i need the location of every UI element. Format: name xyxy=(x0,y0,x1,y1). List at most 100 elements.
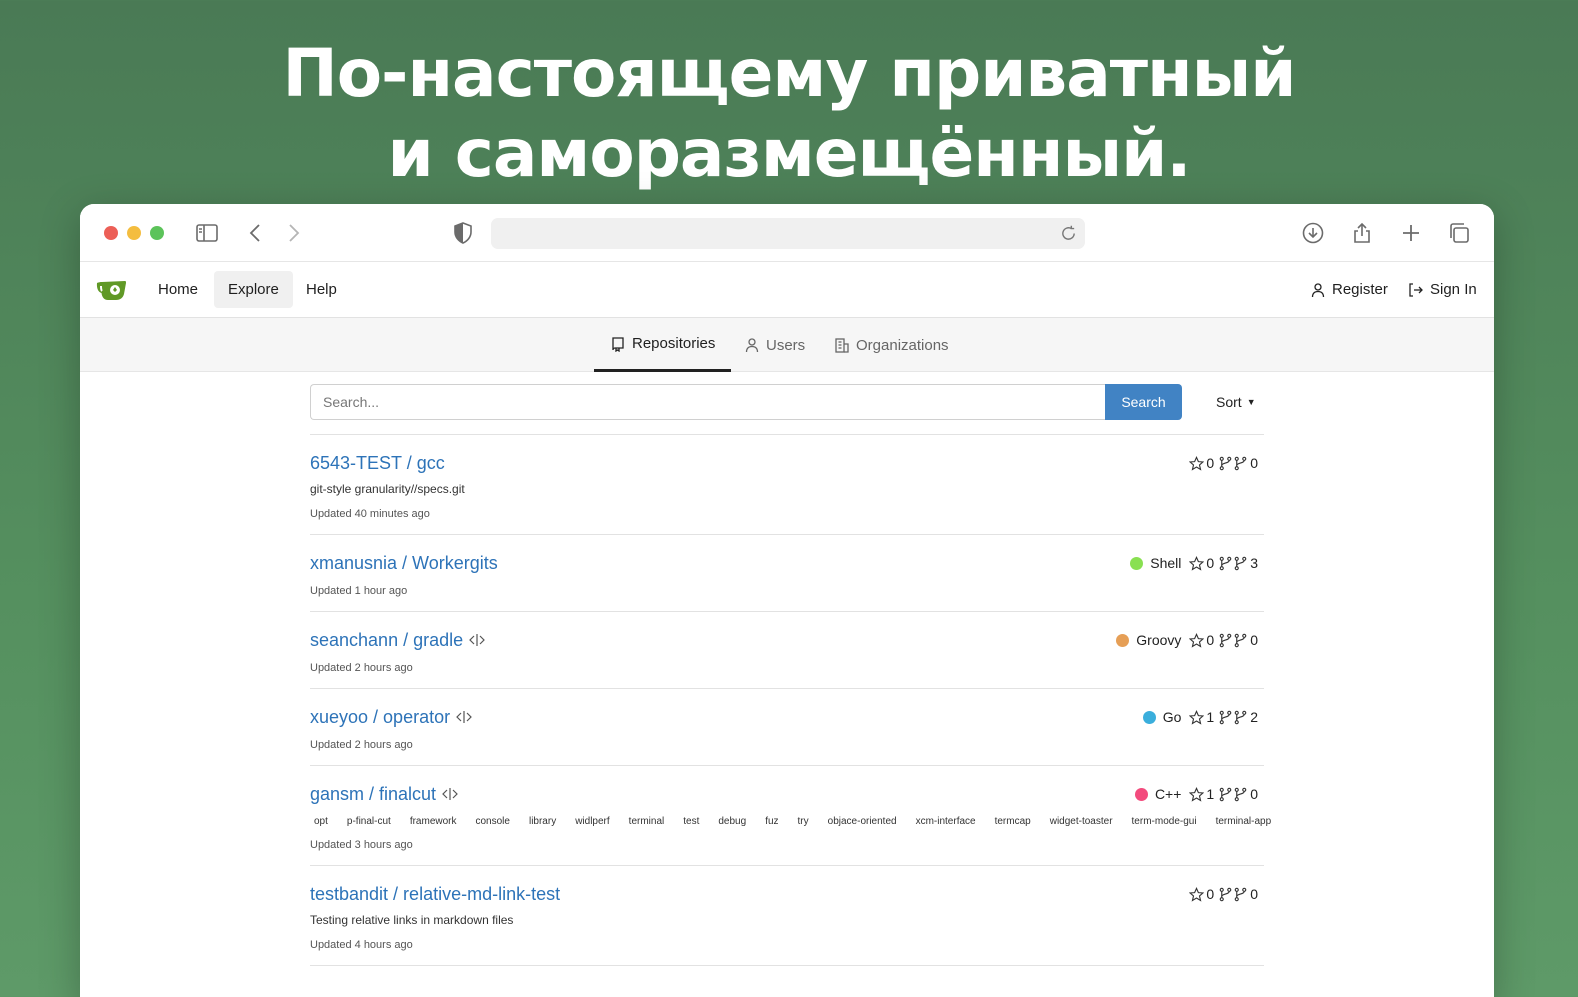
privacy-shield-icon[interactable] xyxy=(451,221,475,245)
repo-item: seanchann / gradle Updated 2 hours ago G… xyxy=(310,612,1264,689)
fork-icon[interactable] xyxy=(1218,710,1233,725)
fork-icon[interactable] xyxy=(1218,887,1233,902)
repo-language: Shell xyxy=(1150,555,1182,571)
repo-updated-time: Updated 2 hours ago xyxy=(310,662,413,674)
repo-stats: C++ 1 0 xyxy=(1134,786,1262,802)
topic-tag[interactable]: opt xyxy=(310,814,332,829)
repo-title-link[interactable]: gansm / finalcut xyxy=(310,782,436,806)
topic-tag[interactable]: p-final-cut xyxy=(343,814,395,829)
repo-item: 6543-TEST / gcc git-style granularity//s… xyxy=(310,435,1264,535)
repo-description: git-style granularity//specs.git xyxy=(310,482,465,496)
register-link[interactable]: Register xyxy=(1310,271,1388,308)
fork-count: 0 xyxy=(1250,886,1258,902)
topic-tag[interactable]: widget-toaster xyxy=(1046,814,1117,829)
topic-tag[interactable]: widlperf xyxy=(571,814,613,829)
fork-icon[interactable] xyxy=(1233,633,1248,648)
mirror-icon xyxy=(442,788,458,800)
repo-title-link[interactable]: xmanusnia / Workergits xyxy=(310,551,498,575)
sort-label: Sort xyxy=(1216,394,1242,410)
language-color-dot xyxy=(1134,787,1148,801)
nav-help[interactable]: Help xyxy=(292,271,351,308)
repo-language: Groovy xyxy=(1136,632,1182,648)
topic-tag[interactable]: test xyxy=(679,814,703,829)
fork-icon[interactable] xyxy=(1233,710,1248,725)
caret-down-icon: ▼ xyxy=(1246,397,1256,407)
repo-title-link[interactable]: seanchann / gradle xyxy=(310,628,463,652)
repository-list: 6543-TEST / gcc git-style granularity//s… xyxy=(310,434,1271,966)
topic-tag[interactable]: terminal-app xyxy=(1212,814,1276,829)
fork-count: 0 xyxy=(1250,786,1258,802)
repo-item: xmanusnia / Workergits Updated 1 hour ag… xyxy=(310,535,1264,612)
user-icon xyxy=(745,338,759,353)
star-count: 0 xyxy=(1206,632,1215,648)
fork-icon[interactable] xyxy=(1218,633,1233,648)
tab-organizations-label: Organizations xyxy=(856,336,949,354)
repo-item: xueyoo / operator Updated 2 hours ago Go… xyxy=(310,689,1264,766)
tab-users[interactable]: Users xyxy=(744,318,805,372)
topic-tag[interactable]: fuz xyxy=(761,814,782,829)
star-icon[interactable] xyxy=(1189,786,1205,802)
fork-icon[interactable] xyxy=(1218,456,1233,471)
browser-toolbar xyxy=(80,204,1494,262)
star-icon[interactable] xyxy=(1189,455,1205,471)
downloads-icon[interactable] xyxy=(1301,221,1325,245)
star-count: 0 xyxy=(1206,555,1215,571)
browser-window: Home Explore Help Register Sign In Repos… xyxy=(80,204,1494,997)
close-window-button[interactable] xyxy=(104,226,118,240)
fork-icon[interactable] xyxy=(1233,787,1248,802)
star-icon[interactable] xyxy=(1189,555,1205,571)
fork-count: 0 xyxy=(1250,632,1258,648)
back-icon[interactable] xyxy=(244,221,268,245)
repo-title-link[interactable]: testbandit / relative-md-link-test xyxy=(310,882,560,906)
repo-stats: Shell 0 3 xyxy=(1130,555,1262,571)
minimize-window-button[interactable] xyxy=(127,226,141,240)
topic-tag[interactable]: try xyxy=(794,814,813,829)
gitea-logo-icon[interactable] xyxy=(96,276,130,304)
fork-icon[interactable] xyxy=(1218,556,1233,571)
topic-tag[interactable]: console xyxy=(472,814,514,829)
new-tab-icon[interactable] xyxy=(1399,221,1423,245)
sign-in-link[interactable]: Sign In xyxy=(1408,271,1477,308)
repo-updated-time: Updated 40 minutes ago xyxy=(310,508,430,520)
topic-tag[interactable]: terminal xyxy=(625,814,669,829)
topic-tag[interactable]: termcap xyxy=(991,814,1035,829)
sidebar-toggle-icon[interactable] xyxy=(195,221,219,245)
repo-title-link[interactable]: xueyoo / operator xyxy=(310,705,450,729)
star-icon[interactable] xyxy=(1189,709,1205,725)
tab-organizations[interactable]: Organizations xyxy=(834,318,949,372)
fork-icon[interactable] xyxy=(1233,887,1248,902)
forward-icon[interactable] xyxy=(281,221,305,245)
share-icon[interactable] xyxy=(1350,221,1374,245)
tab-overview-icon[interactable] xyxy=(1447,221,1471,245)
topic-tag[interactable]: framework xyxy=(406,814,461,829)
repo-language: C++ xyxy=(1154,786,1182,802)
marketing-headline: По-настоящему приватный и саморазмещённы… xyxy=(0,34,1578,194)
search-input[interactable] xyxy=(310,384,1106,420)
repo-title-link[interactable]: 6543-TEST / gcc xyxy=(310,451,445,475)
mirror-icon xyxy=(456,711,472,723)
topic-tag[interactable]: term-mode-gui xyxy=(1128,814,1201,829)
topic-tag[interactable]: library xyxy=(525,814,560,829)
tab-repositories[interactable]: Repositories xyxy=(594,318,732,372)
zoom-window-button[interactable] xyxy=(150,226,164,240)
address-bar[interactable] xyxy=(491,218,1085,249)
fork-icon[interactable] xyxy=(1218,787,1233,802)
fork-icon[interactable] xyxy=(1233,456,1248,471)
search-button[interactable]: Search xyxy=(1105,384,1182,420)
star-icon[interactable] xyxy=(1189,886,1205,902)
repo-icon xyxy=(612,336,624,352)
fork-icon[interactable] xyxy=(1233,556,1248,571)
star-count: 1 xyxy=(1206,786,1215,802)
topic-tag[interactable]: xcm-interface xyxy=(912,814,980,829)
fork-count: 0 xyxy=(1250,455,1258,471)
reload-icon[interactable] xyxy=(1060,225,1077,242)
repo-item: testbandit / relative-md-link-test Testi… xyxy=(310,866,1264,966)
nav-home[interactable]: Home xyxy=(144,271,212,308)
nav-explore[interactable]: Explore xyxy=(214,271,293,308)
headline-line-1: По-настоящему приватный xyxy=(282,35,1296,112)
star-count: 0 xyxy=(1206,886,1215,902)
star-icon[interactable] xyxy=(1189,632,1205,648)
topic-tag[interactable]: debug xyxy=(714,814,750,829)
sort-dropdown[interactable]: Sort ▼ xyxy=(1216,384,1256,420)
topic-tag[interactable]: objace-oriented xyxy=(824,814,901,829)
